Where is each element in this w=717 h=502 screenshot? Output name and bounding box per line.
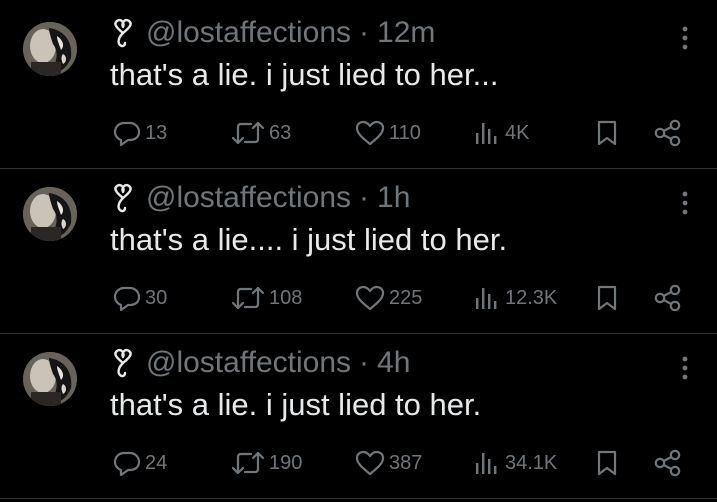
heart-icon <box>355 120 385 146</box>
like-count: 110 <box>389 121 421 144</box>
avatar-image <box>23 187 77 241</box>
separator-dot: · <box>359 181 370 214</box>
more-vertical-icon[interactable] <box>676 190 694 216</box>
like-button[interactable]: 225 <box>355 280 422 316</box>
like-button[interactable]: 110 <box>355 115 421 151</box>
heart-icon <box>355 285 385 311</box>
tweet-timestamp[interactable]: 1h <box>377 181 410 215</box>
reply-button[interactable]: 13 <box>113 115 167 151</box>
tweet-actions: 24 190 387 34.1K <box>0 445 717 481</box>
more-vertical-icon[interactable] <box>676 25 694 51</box>
separator-dot: · <box>359 16 370 49</box>
tweet-divider <box>0 333 717 334</box>
bookmark-icon <box>597 120 617 146</box>
heart-icon <box>355 450 385 476</box>
bookmark-icon <box>597 285 617 311</box>
repost-button[interactable]: 108 <box>231 280 302 316</box>
tweet[interactable]: @lostaffections · 4h that's a lie. i jus… <box>0 335 717 499</box>
bookmark-icon <box>597 450 617 476</box>
separator-dot: · <box>359 346 370 379</box>
share-icon <box>654 119 681 147</box>
reply-icon <box>113 451 141 477</box>
views-button[interactable]: 34.1K <box>473 445 557 481</box>
tweet-handle[interactable]: @lostaffections <box>146 181 351 215</box>
share-button[interactable] <box>653 115 687 151</box>
views-button[interactable]: 4K <box>473 115 529 151</box>
tweet-text: that's a lie.... i just lied to her. <box>110 222 508 257</box>
views-count: 12.3K <box>505 286 558 309</box>
infinity-knot-badge-icon <box>110 348 136 378</box>
timeline-feed: @lostaffections · 12m that's a lie. i ju… <box>0 0 717 502</box>
bookmark-button[interactable] <box>596 445 622 481</box>
reply-count: 30 <box>145 286 168 309</box>
more-vertical-icon[interactable] <box>676 355 694 381</box>
reply-button[interactable]: 30 <box>113 280 167 316</box>
tweet-divider <box>0 168 717 169</box>
repost-count: 63 <box>269 121 292 144</box>
reply-count: 13 <box>145 121 168 144</box>
share-icon <box>654 284 681 312</box>
reply-icon <box>113 121 141 147</box>
avatar[interactable] <box>23 187 77 241</box>
views-count: 34.1K <box>505 451 558 474</box>
views-bar-chart-icon <box>476 288 497 309</box>
tweet-text: that's a lie. i just lied to her. <box>110 387 482 422</box>
tweet-actions: 13 63 110 4K <box>0 115 717 151</box>
tweet-header: @lostaffections · 4h <box>110 343 410 383</box>
infinity-knot-badge-icon <box>110 18 136 48</box>
repost-button[interactable]: 190 <box>231 445 302 481</box>
views-bar-chart-icon <box>476 123 497 144</box>
tweet-text: that's a lie. i just lied to her... <box>110 57 499 92</box>
avatar-image <box>23 352 77 406</box>
like-count: 387 <box>389 451 423 474</box>
tweet-header: @lostaffections · 1h <box>110 178 410 218</box>
share-icon <box>654 449 681 477</box>
tweet-timestamp[interactable]: 4h <box>377 346 410 380</box>
tweet-actions: 30 108 225 12.3K <box>0 280 717 316</box>
tweet-header: @lostaffections · 12m <box>110 13 435 53</box>
tweet[interactable]: @lostaffections · 1h that's a lie.... i … <box>0 170 717 334</box>
avatar-image <box>23 22 77 76</box>
reply-count: 24 <box>145 451 168 474</box>
share-button[interactable] <box>653 445 687 481</box>
repost-count: 190 <box>269 451 303 474</box>
avatar[interactable] <box>23 22 77 76</box>
repost-count: 108 <box>269 286 303 309</box>
repost-icon <box>231 451 265 475</box>
views-button[interactable]: 12.3K <box>473 280 557 316</box>
repost-button[interactable]: 63 <box>231 115 291 151</box>
reply-button[interactable]: 24 <box>113 445 167 481</box>
tweet[interactable]: @lostaffections · 12m that's a lie. i ju… <box>0 5 717 169</box>
views-count: 4K <box>505 121 530 144</box>
tweet-divider <box>0 498 717 499</box>
repost-icon <box>231 121 265 145</box>
repost-icon <box>231 286 265 310</box>
bookmark-button[interactable] <box>596 280 622 316</box>
like-button[interactable]: 387 <box>355 445 422 481</box>
bookmark-button[interactable] <box>596 115 622 151</box>
infinity-knot-badge-icon <box>110 183 136 213</box>
like-count: 225 <box>389 286 423 309</box>
tweet-timestamp[interactable]: 12m <box>377 16 435 50</box>
share-button[interactable] <box>653 280 687 316</box>
reply-icon <box>113 286 141 312</box>
tweet-handle[interactable]: @lostaffections <box>146 16 351 50</box>
tweet-handle[interactable]: @lostaffections <box>146 346 351 380</box>
views-bar-chart-icon <box>476 453 497 474</box>
avatar[interactable] <box>23 352 77 406</box>
